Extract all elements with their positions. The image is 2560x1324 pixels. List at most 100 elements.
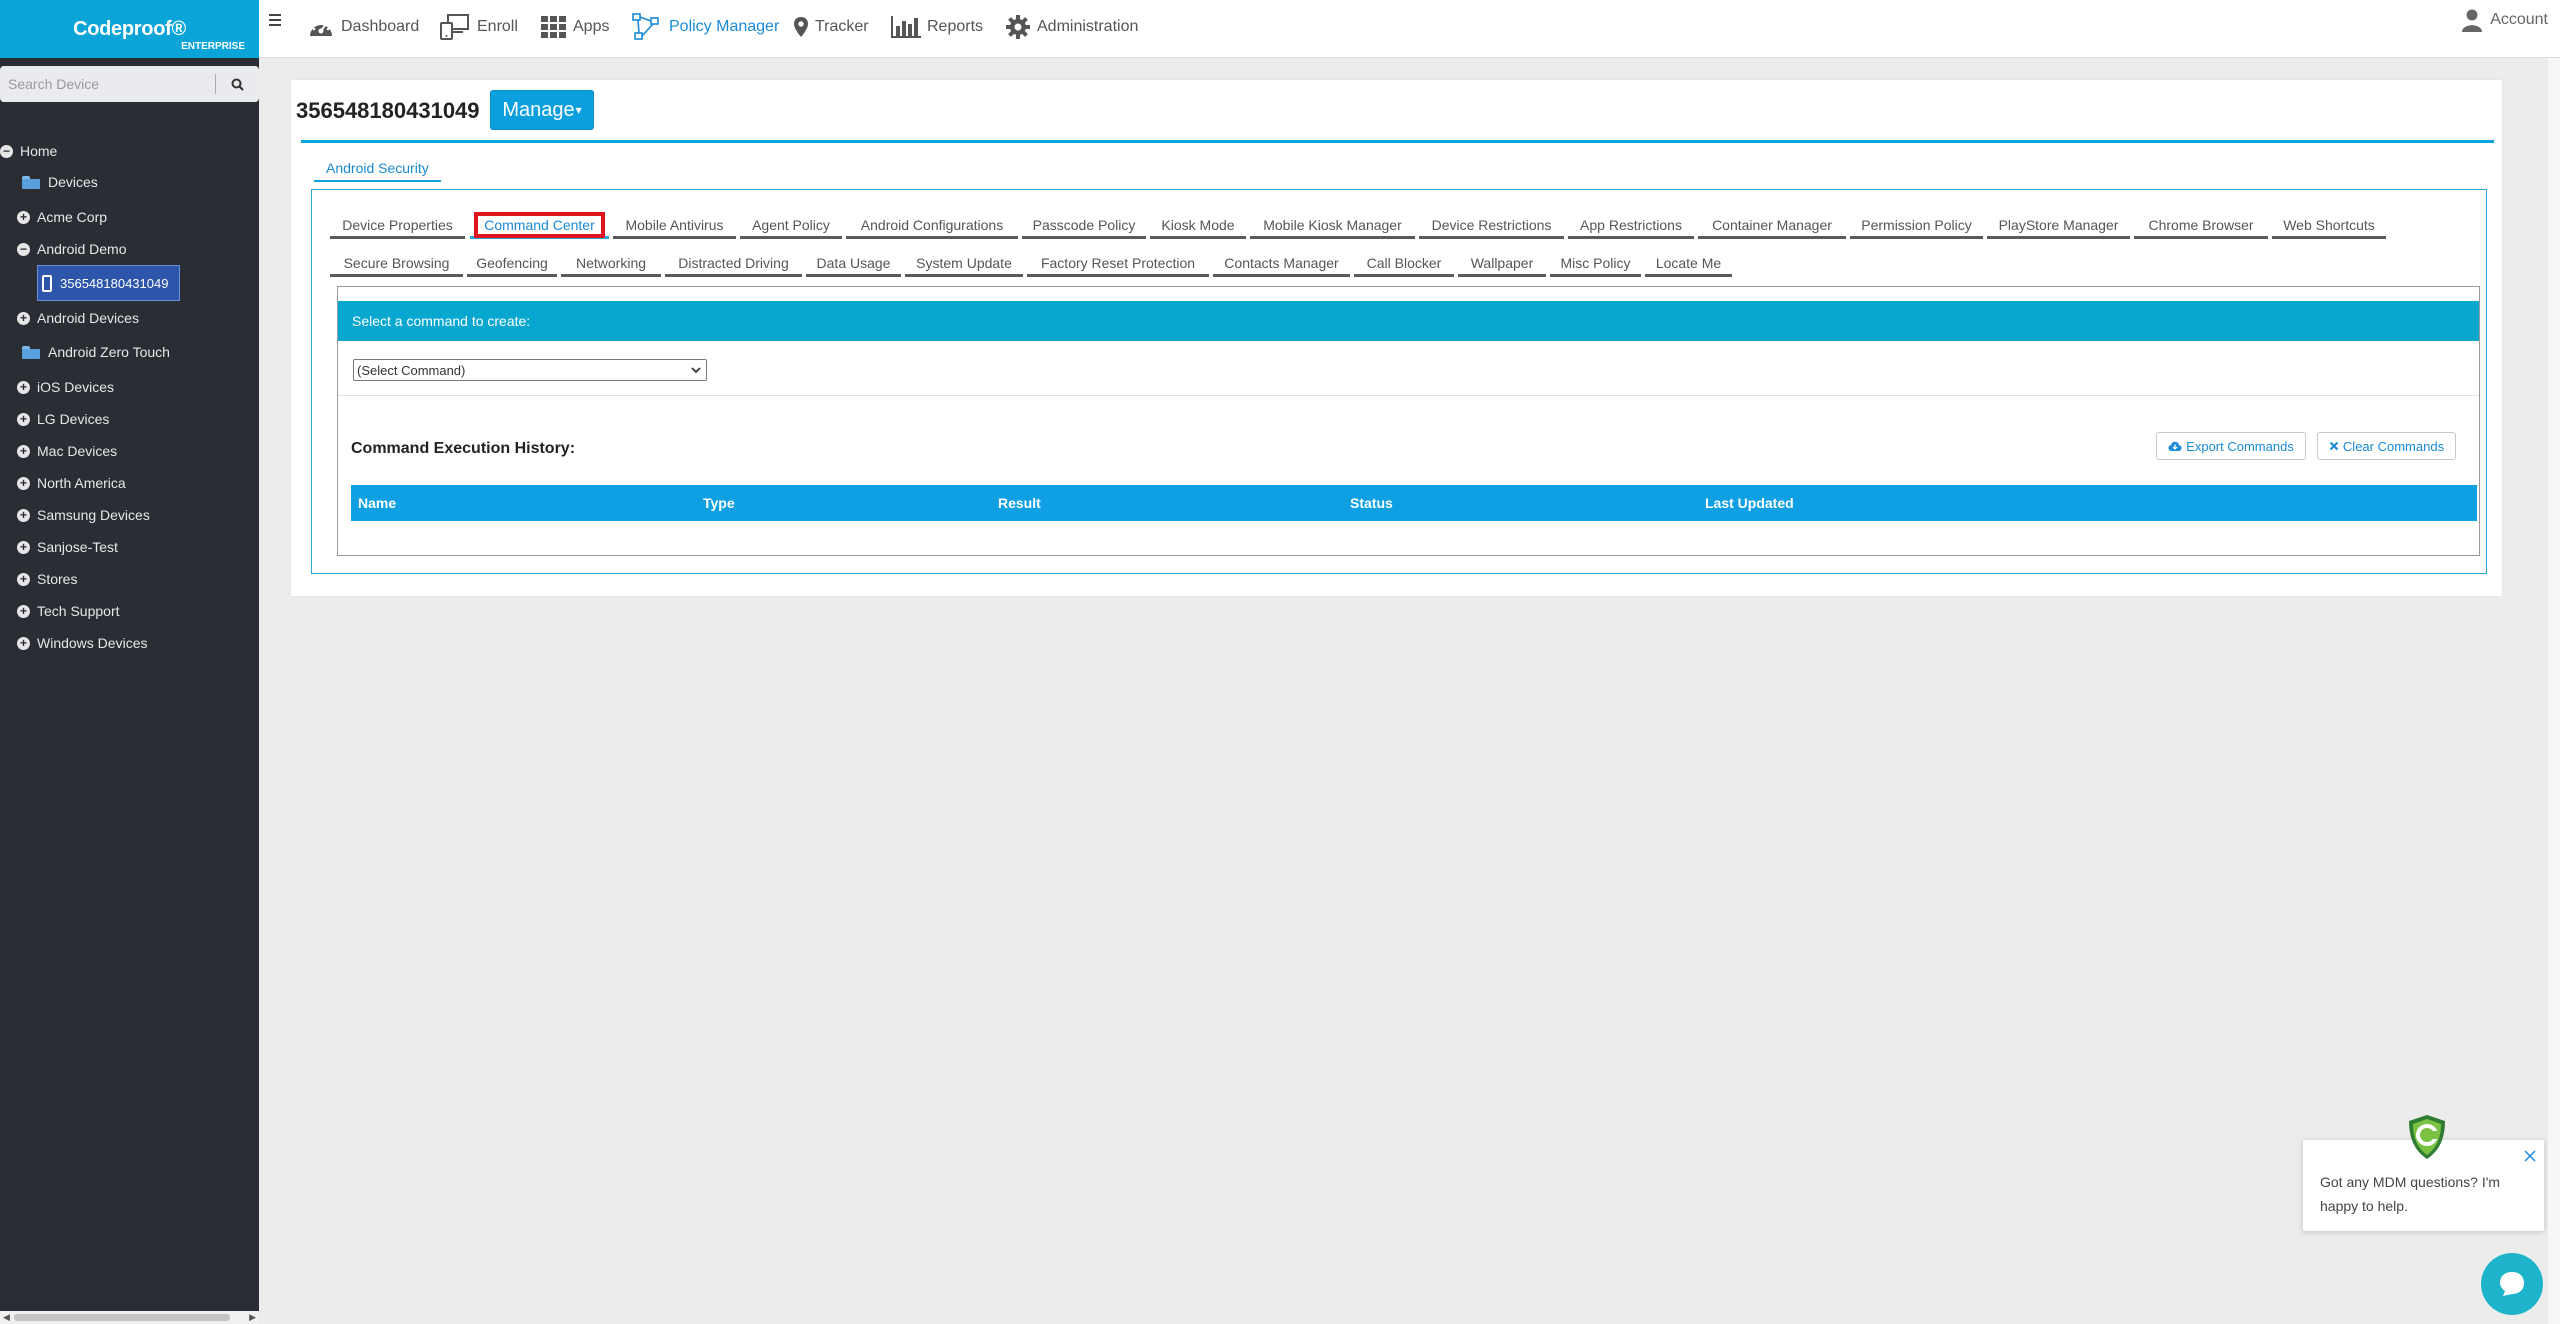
- nav-label: Administration: [1037, 18, 1139, 35]
- tab-passcode-policy[interactable]: Passcode Policy: [1022, 213, 1146, 239]
- tab-system-update[interactable]: System Update: [905, 251, 1023, 277]
- tab-wallpaper[interactable]: Wallpaper: [1458, 251, 1546, 277]
- tab-permission-policy[interactable]: Permission Policy: [1850, 213, 1983, 239]
- column-header-result[interactable]: Result: [998, 495, 1041, 511]
- export-commands-button[interactable]: Export Commands: [2156, 432, 2306, 460]
- tab-secure-browsing[interactable]: Secure Browsing: [330, 251, 463, 277]
- command-select[interactable]: (Select Command): [353, 359, 707, 381]
- tab-mobile-antivirus[interactable]: Mobile Antivirus: [613, 213, 736, 239]
- tree-item-label: Android Zero Touch: [48, 344, 170, 360]
- tab-chrome-browser[interactable]: Chrome Browser: [2134, 213, 2268, 239]
- tree-item-ios-devices[interactable]: + iOS Devices: [0, 372, 259, 402]
- tree-item-windows-devices[interactable]: + Windows Devices: [0, 628, 259, 658]
- search-button[interactable]: [224, 71, 250, 97]
- collapse-icon[interactable]: −: [0, 144, 13, 158]
- tab-data-usage[interactable]: Data Usage: [806, 251, 901, 277]
- folder-icon: [22, 175, 40, 189]
- tree-item-stores[interactable]: + Stores: [0, 564, 259, 594]
- tab-container-manager[interactable]: Container Manager: [1698, 213, 1846, 239]
- chat-launcher-button[interactable]: [2481, 1253, 2543, 1315]
- tree-item-devices[interactable]: Devices: [0, 167, 259, 197]
- search-input[interactable]: [0, 67, 215, 101]
- expand-icon[interactable]: +: [17, 311, 30, 325]
- clear-commands-button[interactable]: Clear Commands: [2317, 432, 2456, 460]
- menu-toggle-icon[interactable]: [269, 14, 281, 29]
- chat-bubble-icon: [2500, 1272, 2524, 1296]
- nav-administration[interactable]: Administration: [1005, 14, 1138, 40]
- tab-device-restrictions[interactable]: Device Restrictions: [1419, 213, 1564, 239]
- column-header-type[interactable]: Type: [703, 495, 735, 511]
- page-vertical-scrollbar[interactable]: [2548, 58, 2560, 1324]
- tree-item-north-america[interactable]: + North America: [0, 468, 259, 498]
- shield-logo-icon: [2409, 1115, 2445, 1159]
- tree-item-home[interactable]: − Home: [0, 136, 259, 166]
- column-header-status[interactable]: Status: [1350, 495, 1393, 511]
- cloud-download-icon: [2168, 441, 2182, 451]
- tree-item-acme-corp[interactable]: + Acme Corp: [0, 202, 259, 232]
- expand-icon[interactable]: +: [17, 540, 30, 554]
- expand-icon[interactable]: +: [17, 444, 30, 458]
- tree-item-selected-device[interactable]: 356548180431049: [37, 265, 180, 301]
- nav-apps[interactable]: Apps: [541, 14, 609, 40]
- expand-icon[interactable]: +: [17, 508, 30, 522]
- tab-device-properties[interactable]: Device Properties: [330, 213, 465, 239]
- expand-icon[interactable]: +: [17, 412, 30, 426]
- tab-geofencing[interactable]: Geofencing: [467, 251, 557, 277]
- column-header-last-updated[interactable]: Last Updated: [1705, 495, 1794, 511]
- tab-call-blocker[interactable]: Call Blocker: [1354, 251, 1454, 277]
- chat-message: Got any MDM questions? I'm happy to help…: [2320, 1174, 2501, 1214]
- tab-android-security[interactable]: Android Security: [314, 156, 441, 182]
- tab-networking[interactable]: Networking: [561, 251, 661, 277]
- expand-icon[interactable]: +: [17, 572, 30, 586]
- tree-item-samsung-devices[interactable]: + Samsung Devices: [0, 500, 259, 530]
- nav-tracker[interactable]: Tracker: [793, 14, 869, 40]
- nav-dashboard[interactable]: Dashboard: [307, 14, 419, 40]
- sidebar: Codeproof® ENTERPRISE − Home Devices + A…: [0, 0, 259, 1324]
- sidebar-horizontal-scrollbar[interactable]: ◀ ▶: [0, 1311, 259, 1324]
- tab-command-center[interactable]: Command Center: [470, 211, 609, 239]
- tree-item-sanjose-test[interactable]: + Sanjose-Test: [0, 532, 259, 562]
- expand-icon[interactable]: +: [17, 476, 30, 490]
- tab-kiosk-mode[interactable]: Kiosk Mode: [1150, 213, 1246, 239]
- close-icon[interactable]: [2522, 1148, 2538, 1164]
- tree-item-lg-devices[interactable]: + LG Devices: [0, 404, 259, 434]
- nav-enroll[interactable]: Enroll: [439, 14, 518, 40]
- manage-label: Manage: [502, 98, 575, 121]
- nav-reports[interactable]: Reports: [891, 14, 983, 40]
- tree-item-android-zero-touch[interactable]: Android Zero Touch: [0, 337, 259, 367]
- manage-button[interactable]: Manage ▾: [490, 90, 594, 130]
- command-header: Select a command to create:: [338, 301, 2479, 341]
- brand-name: Codeproof®: [73, 18, 186, 40]
- column-header-name[interactable]: Name: [358, 495, 396, 511]
- tab-agent-policy[interactable]: Agent Policy: [740, 213, 842, 239]
- tab-locate-me[interactable]: Locate Me: [1645, 251, 1732, 277]
- tree-item-mac-devices[interactable]: + Mac Devices: [0, 436, 259, 466]
- chevron-down-icon: ▾: [575, 103, 582, 117]
- tab-app-restrictions[interactable]: App Restrictions: [1568, 213, 1694, 239]
- tab-misc-policy[interactable]: Misc Policy: [1550, 251, 1641, 277]
- scrollbar-thumb[interactable]: [14, 1314, 230, 1321]
- tree-item-tech-support[interactable]: + Tech Support: [0, 596, 259, 626]
- expand-icon[interactable]: +: [17, 604, 30, 618]
- tab-distracted-driving[interactable]: Distracted Driving: [665, 251, 802, 277]
- brand-logo[interactable]: Codeproof® ENTERPRISE: [0, 0, 259, 58]
- tab-playstore-manager[interactable]: PlayStore Manager: [1987, 213, 2130, 239]
- expand-icon[interactable]: +: [17, 380, 30, 394]
- tree-item-android-demo[interactable]: − Android Demo: [0, 234, 259, 264]
- scroll-right-icon[interactable]: ▶: [249, 1312, 256, 1323]
- tree-item-label: 356548180431049: [60, 275, 169, 291]
- tab-web-shortcuts[interactable]: Web Shortcuts: [2272, 213, 2386, 239]
- account-menu[interactable]: Account: [2462, 8, 2548, 32]
- map-pin-icon: [794, 17, 808, 37]
- nav-policy-manager[interactable]: Policy Manager: [631, 13, 779, 40]
- tab-contacts-manager[interactable]: Contacts Manager: [1213, 251, 1350, 277]
- expand-icon[interactable]: +: [17, 210, 30, 224]
- tree-item-android-devices[interactable]: + Android Devices: [0, 303, 259, 333]
- tab-android-configurations[interactable]: Android Configurations: [846, 213, 1018, 239]
- collapse-icon[interactable]: −: [17, 242, 30, 256]
- chevron-down-icon: [691, 367, 701, 374]
- scroll-left-icon[interactable]: ◀: [3, 1312, 10, 1323]
- expand-icon[interactable]: +: [17, 636, 30, 650]
- tab-factory-reset-protection[interactable]: Factory Reset Protection: [1027, 251, 1209, 277]
- tab-mobile-kiosk-manager[interactable]: Mobile Kiosk Manager: [1250, 213, 1415, 239]
